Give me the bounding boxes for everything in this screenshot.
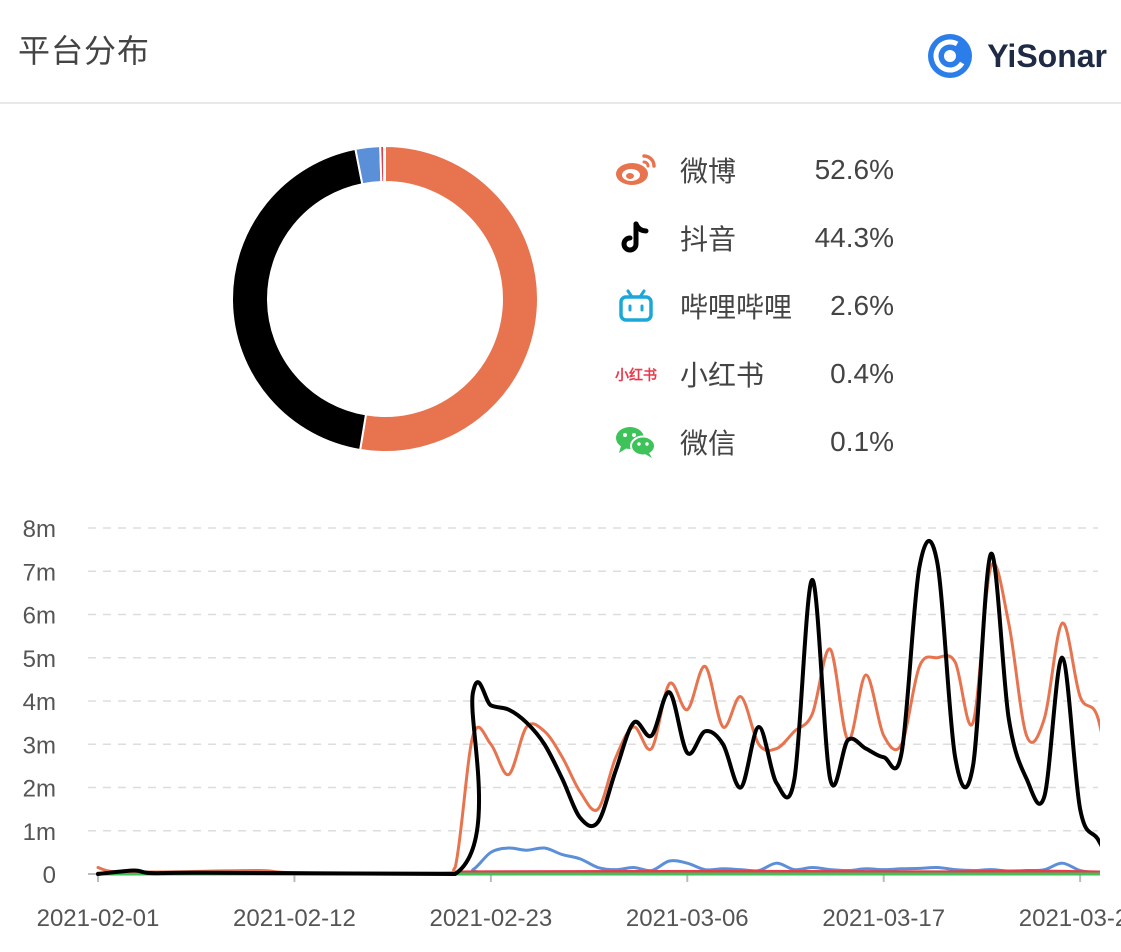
x-tick-label: 2021-03-17 [822,905,945,932]
svg-text:小红书: 小红书 [615,367,657,384]
trend-line-chart: 0 1m 2m 3m 4m 5m 6m 7m 8m 2021-02-01 2021-02-12 202… [23,516,1121,932]
legend-label: 抖音 [680,224,737,255]
legend-value: 44.3% [814,222,894,253]
legend-item-xiaohongshu[interactable]: 小红书 小红书 0.4% [612,340,912,408]
y-tick-label: 7m [23,559,56,586]
legend-item-douyin[interactable]: 抖音 44.3% [612,204,912,272]
legend-label: 微博 [680,156,737,187]
platform-legend: 微博 52.6% 抖音 44.3% 哔哩哔哩 2.6% 小红书 小红书 0.4%… [612,136,912,476]
legend-label: 小红书 [680,360,765,391]
legend-item-weibo[interactable]: 微博 52.6% [612,136,912,204]
donut-slice-1[interactable] [231,147,368,452]
page-title: 平台分布 [18,33,151,69]
y-tick-label: 2m [23,776,56,803]
y-tick-label: 4m [23,689,56,716]
series-line-0[interactable] [96,562,1116,876]
legend-item-wechat[interactable]: 微信 0.1% [612,408,912,476]
legend-value: 0.4% [830,358,894,389]
header: 平台分布 YiSonar [0,0,1121,104]
legend-value: 0.1% [830,426,894,457]
legend-item-bilibili[interactable]: 哔哩哔哩 2.6% [612,272,912,340]
bilibili-icon [612,286,660,326]
legend-value: 2.6% [830,290,894,321]
brand[interactable]: YiSonar [925,30,1107,82]
x-tick-label: 2021-02-23 [429,905,552,932]
xiaohongshu-icon: 小红书 [612,354,660,394]
y-tick-label: 1m [23,819,56,846]
x-tick-label: 2021-03-06 [626,905,749,932]
brand-name: YiSonar [987,37,1107,74]
legend-label: 哔哩哔哩 [680,292,793,323]
legend-value: 52.6% [814,154,894,185]
x-tick-label: 2021-02-12 [233,905,356,932]
douyin-icon [612,218,660,258]
wechat-icon [612,422,660,462]
series-line-1[interactable] [96,538,1116,876]
legend-label: 微信 [680,428,737,459]
platform-donut-chart [231,144,539,453]
y-tick-label: 3m [23,732,56,759]
donut-slice-4[interactable] [383,144,386,184]
donut-slice-0[interactable] [358,144,539,453]
x-tick-label: 2021-03-28 [1019,905,1121,932]
y-tick-label: 0 [43,862,56,889]
y-tick-label: 8m [23,516,56,543]
weibo-icon [612,150,660,190]
y-tick-label: 6m [23,603,56,630]
yisonar-logo-icon [928,34,973,78]
y-tick-label: 5m [23,646,56,673]
x-tick-label: 2021-02-01 [37,905,160,932]
